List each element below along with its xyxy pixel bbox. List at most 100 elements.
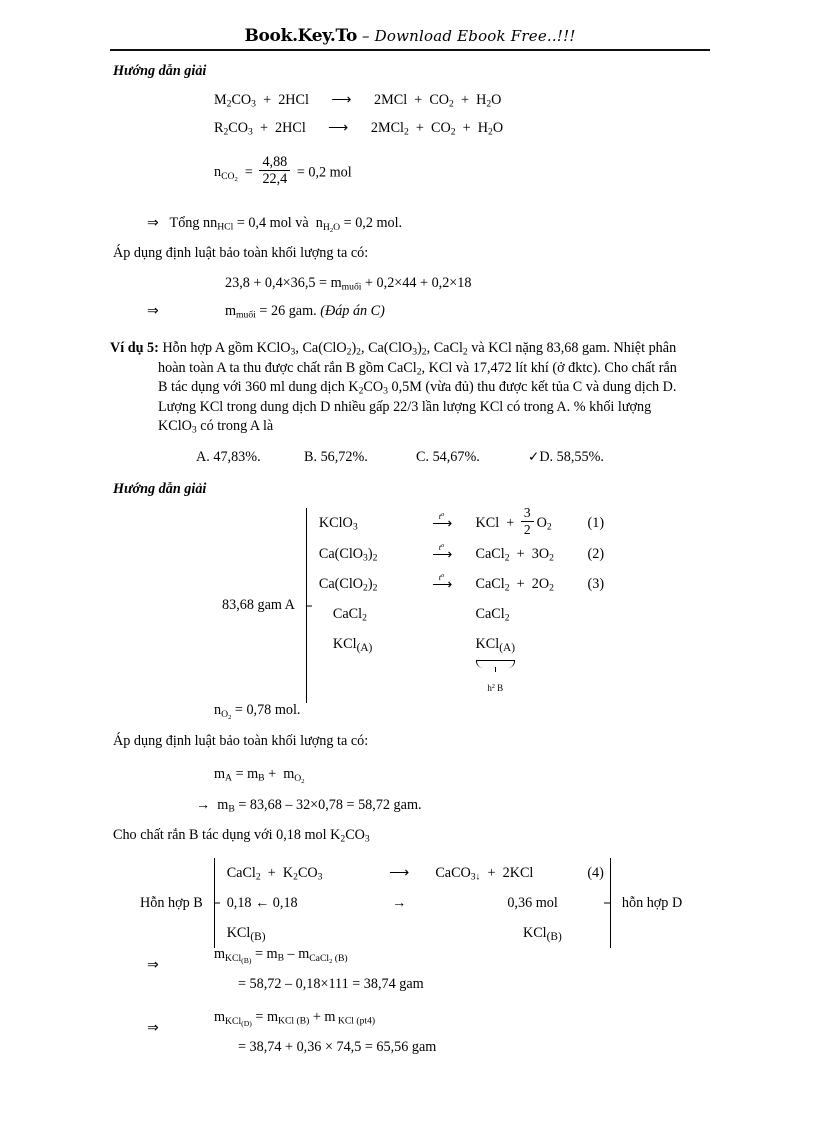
conservation-law-line-1: Áp dụng định luật bảo toàn khối lượng ta…: [113, 245, 369, 261]
checkmark-icon: ✓: [528, 449, 540, 464]
equation-1: M2CO3 + 2HCl ⟶ 2MCl + CO2 + H2O: [214, 92, 501, 109]
row3-number: (3): [587, 576, 605, 593]
thermal-arrow-icon: to ⟶: [414, 569, 468, 599]
row5-reactant: KCl(A): [332, 636, 373, 655]
brand-tagline: Download Ebook Free..!!!: [374, 27, 576, 45]
row2-right-amount: 0,36 mol: [507, 895, 558, 911]
mixture-b-underbrace: KCl(A) h2 B: [475, 629, 515, 703]
row1-number: (1): [587, 515, 605, 531]
answer-option-b[interactable]: B. 56,72%.: [304, 449, 416, 466]
n-o2-value: = 0,78 mol.: [234, 702, 301, 718]
row1-reactant: KClO3: [318, 515, 358, 533]
fraction-denominator: 2: [520, 520, 534, 538]
example5-line-3: B tác dụng với 360 ml dung dịch K2CO3 0,…: [158, 379, 677, 397]
h2o-subscript: nH2O: [315, 215, 341, 234]
scheme-left-label: 83,68 gam A: [222, 597, 295, 614]
option-a-value: 47,83%.: [213, 449, 261, 465]
n-co2-result: = 0,2 mol: [296, 164, 352, 181]
option-b-letter: B.: [304, 449, 318, 465]
example5-problem: Ví dụ 5: Hỗn hợp A gồm KClO3, Ca(ClO2)2,…: [110, 339, 710, 437]
salt-mass-value: mmuối = 26 gam.: [225, 303, 321, 321]
row3-left: KCl(B): [226, 925, 266, 944]
reaction-arrow-icon: ⟶: [331, 92, 352, 108]
answer-option-c[interactable]: C. 54,67%.: [416, 449, 528, 466]
example5-answer-options: A. 47,83%. B. 56,72%. C. 54,67%. ✓D. 58,55%…: [196, 449, 716, 466]
fraction-numerator: 4,88: [262, 153, 288, 170]
row2-number: (2): [587, 546, 605, 563]
row1-number: (4): [587, 865, 604, 881]
fraction-denominator: 22,4: [259, 169, 291, 187]
reaction-arrow-icon: ⟶: [389, 865, 410, 881]
n-co2-label: nCO2: [214, 164, 238, 183]
site-brand: Book.Key.To: [244, 26, 357, 46]
salt-mass-result: mmuối = 26 gam. (Đáp án C): [225, 303, 385, 320]
left-brace-icon: [209, 858, 221, 948]
underbrace-label: h2 B: [487, 683, 504, 694]
calc2-line2: = 38,74 + 0,36 × 74,5 = 65,56 gam: [238, 1039, 437, 1055]
document-page: Book.Key.To – Download Ebook Free..!!! H…: [0, 0, 816, 1123]
mass-a-equation: mA = mB + mO2: [214, 766, 305, 785]
row4-product: CaCl2: [472, 606, 510, 624]
fraction-numerator: 3: [523, 505, 531, 521]
row1-products: CaCO3↓ + 2KCl: [431, 865, 534, 883]
equation-2-left: R2CO3 + 2HCl: [214, 120, 306, 138]
brand-separator: –: [356, 27, 375, 45]
answer-option-d[interactable]: ✓D. 58,55%.: [528, 449, 604, 466]
three-halves-fraction: 32: [520, 505, 534, 538]
total-hcl-value: = 0,4 mol và: [236, 215, 309, 231]
mixture-d-label: hỗn hợp D: [621, 894, 683, 911]
hcl-subscript: nHCl: [210, 215, 234, 233]
row3-product: CaCl2 + 2O2: [472, 576, 554, 594]
row2-product: CaCl2 + 3O2: [472, 546, 554, 564]
mixture-b-label: Hỗn hợp B: [140, 894, 203, 911]
example5-line-1: Ví dụ 5: Hỗn hợp A gồm KClO3, Ca(ClO2)2,…: [110, 340, 677, 358]
mixture-brace-group: Hỗn hợp B CaCl2 + K2CO3 ⟶ CaCO3↓ + 2KCl …: [140, 858, 682, 948]
reaction-arrow-icon: ⟶: [328, 120, 349, 136]
option-c-letter: C.: [416, 449, 430, 465]
row3-reactant: Ca(ClO2)2: [318, 576, 378, 594]
n-o2-line: nO2 = 0,78 mol.: [214, 702, 301, 721]
row1-reactants: CaCl2 + K2CO3: [226, 865, 323, 883]
mixture-row-3: KCl(B) KCl(B): [227, 918, 604, 948]
scheme-brace-group: 83,68 gam A KClO3 to ⟶ KCl + 3 2 O2 (1) Ca…: [222, 505, 605, 704]
scheme-rows: KClO3 to ⟶ KCl + 3 2 O2 (1) Ca(ClO3)2 to ⟶…: [313, 505, 605, 703]
mixture-rows: CaCl2 + K2CO3 ⟶ CaCO3↓ + 2KCl (4) 0,18 ←…: [221, 858, 604, 948]
m-kcl-b-expression: mKCl(B) = mB – mCaCl2 (B): [214, 946, 348, 965]
example5-line-2: hoàn toàn A ta thu được chất rắn B gồm C…: [158, 359, 677, 378]
answer-option-a[interactable]: A. 47,83%.: [196, 449, 304, 466]
underbrace-line: [475, 660, 515, 673]
example5-line-4: Lượng KCl trong dung dịch D nhiều gấp 22…: [158, 398, 652, 415]
mass-a-expression: mA = mB + mO2: [214, 766, 305, 785]
equation-1-right: 2MCl + CO2 + H2O: [374, 92, 502, 110]
yields-arrow-icon: →: [392, 895, 407, 911]
mass-b-expression: mB = 83,68 – 32×0,78 = 58,72 gam.: [217, 797, 422, 815]
right-brace-icon: [604, 858, 616, 948]
single-arrow-icon: →: [196, 797, 211, 813]
equation-2: R2CO3 + 2HCl ⟶ 2MCl2 + CO2 + H2O: [214, 120, 503, 137]
calc1-line1: mKCl(B) = mB – mCaCl2 (B): [214, 946, 348, 965]
mixture-row-1: CaCl2 + K2CO3 ⟶ CaCO3↓ + 2KCl (4): [227, 858, 604, 888]
option-c-value: 54,67%.: [432, 449, 480, 465]
n-o2-label: nO2: [214, 702, 232, 721]
calc2-line1: mKCl(D) = mKCl (B) + m KCl (pt4): [214, 1009, 375, 1027]
implies-icon: ⇒: [147, 215, 159, 231]
scheme-row-5: KCl(A) KCl(A) h2 B: [319, 629, 604, 703]
row4-reactant: CaCl2: [332, 606, 367, 624]
row3-right: KCl(B): [522, 925, 562, 944]
option-d-value: 58,55%.: [556, 449, 604, 465]
row1-product: KCl + 3 2 O2: [472, 505, 552, 538]
scheme-row-4: CaCl2 CaCl2: [319, 599, 604, 629]
page-header-banner: Book.Key.To – Download Ebook Free..!!!: [110, 26, 710, 46]
option-a-letter: A.: [196, 449, 210, 465]
equation-2-right: 2MCl2 + CO2 + H2O: [370, 120, 504, 138]
left-brace-icon: [301, 508, 313, 704]
precipitation-scheme: Hỗn hợp B CaCl2 + K2CO3 ⟶ CaCO3↓ + 2KCl …: [140, 858, 682, 948]
option-d-letter: D.: [539, 449, 554, 465]
equation-1-left: M2CO3 + 2HCl: [214, 92, 309, 110]
total-hcl-line: ⇒ Tổng nnHCl = 0,4 mol và nH2O = 0,2 mol…: [147, 215, 402, 234]
row2-reactant: Ca(ClO3)2: [318, 546, 378, 564]
n-co2-expression: nCO2 = 4,88 22,4 = 0,2 mol: [214, 153, 352, 189]
mass-b-result: → mB = 83,68 – 32×0,78 = 58,72 gam.: [196, 797, 422, 814]
equals-sign: =: [241, 164, 253, 181]
n-co2-fraction: 4,88 22,4: [259, 153, 291, 187]
